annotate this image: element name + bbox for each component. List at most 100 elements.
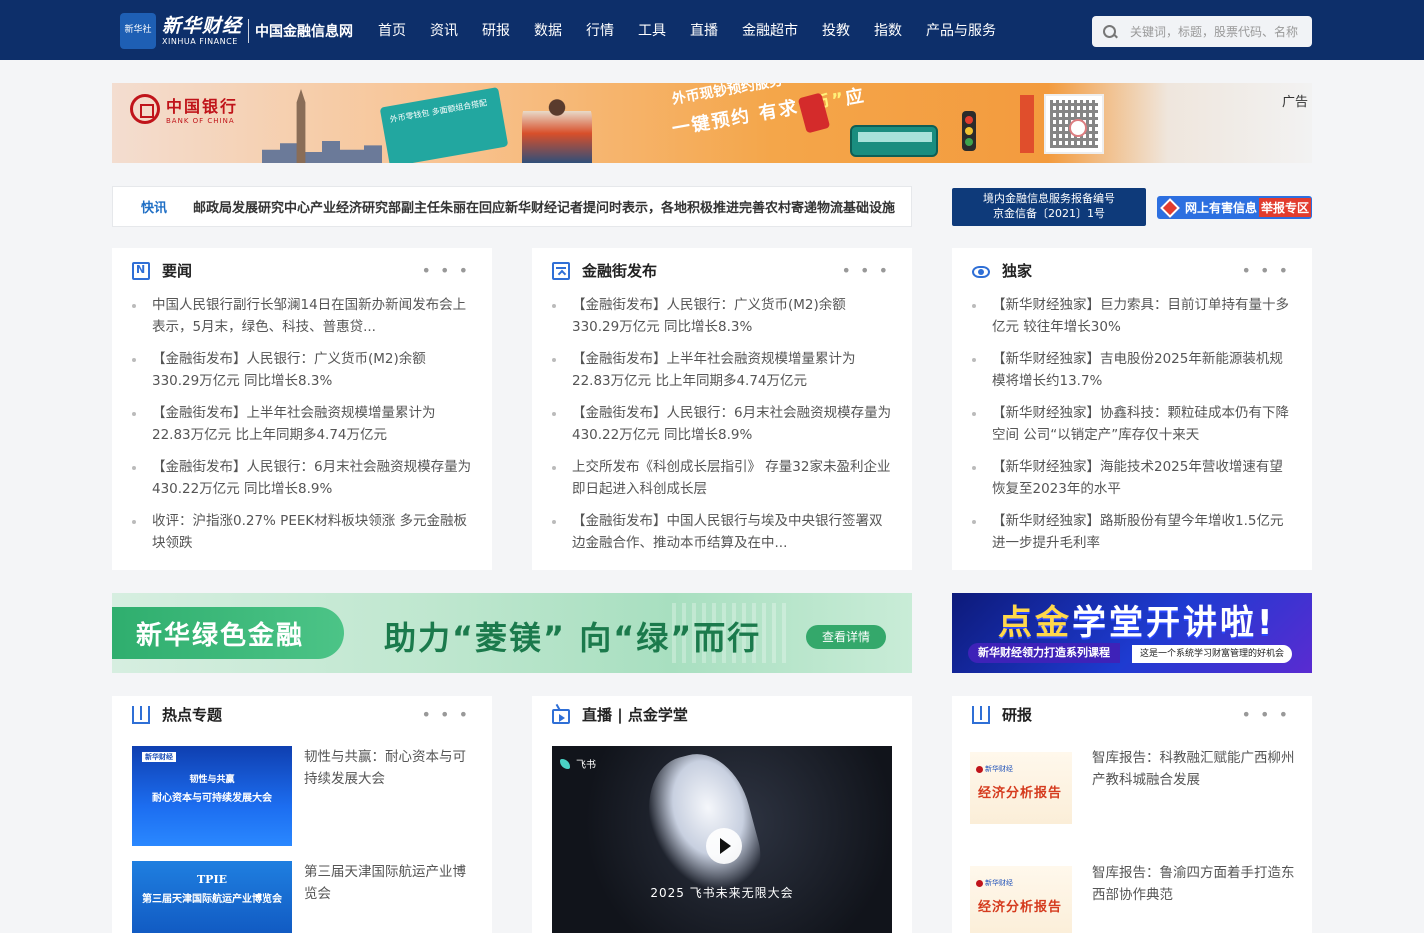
list-item[interactable]: 【金融街发布】人民银行：广义货币(M2)余额330.29万亿元 同比增长8.3% <box>552 294 892 348</box>
logo-brand-cn: 新华财经 <box>162 15 243 37</box>
list-item[interactable]: 收评：沪指涨0.27% PEEK材料板块领涨 多元金融板块领跌 <box>132 510 472 564</box>
ad-label: 广告 <box>1281 95 1308 110</box>
report-zone-highlight: 举报专区 <box>1259 198 1312 217</box>
report-thumbnail[interactable]: 新华财经 经济分析报告 <box>970 752 1072 824</box>
live-video-player[interactable]: 飞书 2025 飞书未来无限大会 <box>552 746 892 933</box>
list-item[interactable]: 【金融街发布】人民银行：6月末社会融资规模存量为430.22万亿元 同比增长8.… <box>552 402 892 456</box>
list-item[interactable]: 【新华财经独家】巨力索具：目前订单持有量十多亿元 较往年增长30% <box>972 294 1292 348</box>
video-brand-name: 飞书 <box>576 760 596 771</box>
nav-home[interactable]: 首页 <box>378 20 406 40</box>
site-logo[interactable]: 新华社 新华财经 XINHUA FINANCE 中国金融信息网 <box>120 13 353 49</box>
research-more-button[interactable]: • • • <box>1242 705 1290 724</box>
report-thumb-title: 经济分析报告 <box>978 900 1063 915</box>
nav-live[interactable]: 直播 <box>690 20 718 40</box>
nav-index[interactable]: 指数 <box>874 20 902 40</box>
topic-title[interactable]: 第三届天津国际航运产业博览会 <box>304 861 472 905</box>
view-details-button[interactable]: 查看详情 <box>806 625 886 649</box>
green-finance-banner[interactable]: 新华绿色金融 助力“菱镁” 向“绿”而行 查看详情 <box>112 593 912 673</box>
boc-logo-icon <box>130 94 160 124</box>
nav-news[interactable]: 资讯 <box>430 20 458 40</box>
exclusive-card-title: 独家 <box>1002 262 1033 280</box>
report-title[interactable]: 智库报告：鲁渝四方面着手打造东西部协作典范 <box>1092 862 1298 906</box>
report-thumb-logo-text: 新华财经 <box>985 765 1013 773</box>
qr-pattern <box>1050 100 1098 148</box>
exclusive-list: 【新华财经独家】巨力索具：目前订单持有量十多亿元 较往年增长30% 【新华财经独… <box>972 294 1292 564</box>
exclusive-card: 独家 • • • 【新华财经独家】巨力索具：目前订单持有量十多亿元 较往年增长3… <box>952 248 1312 570</box>
tv-icon <box>552 708 570 724</box>
ticker-headline[interactable]: 邮政局发展研究中心产业经济研究部副主任朱丽在回应新华财经记者提问时表示，各地积极… <box>193 197 895 216</box>
list-item[interactable]: 【新华财经独家】路斯股份有望今年增收1.5亿元 进一步提升毛利率 <box>972 510 1292 564</box>
report-title[interactable]: 智库报告：科教融汇赋能广西柳州产教科城融合发展 <box>1092 747 1298 791</box>
dianjin-banner-subtitle: 新华财经领力打造系列课程 <box>968 643 1120 663</box>
qr-center-logo <box>1069 119 1087 137</box>
list-item[interactable]: 中国人民银行副行长邹澜14日在国新办新闻发布会上表示，5月末，绿色、科技、普惠贷… <box>132 294 472 348</box>
topic-thumb-line2: 第三届天津国际航运产业博览会 <box>142 894 282 905</box>
traffic-light-icon <box>962 111 976 151</box>
jinrongjie-card-title: 金融街发布 <box>582 262 658 280</box>
list-item[interactable]: 【金融街发布】人民银行：6月末社会融资规模存量为430.22万亿元 同比增长8.… <box>132 456 472 510</box>
calendar-icon <box>552 261 570 280</box>
list-item[interactable]: 【金融街发布】人民银行：广义货币(M2)余额330.29万亿元 同比增长8.3% <box>132 348 472 402</box>
nav-quotes[interactable]: 行情 <box>586 20 614 40</box>
hot-topics-title: 热点专题 <box>162 706 223 724</box>
nav-finance-market[interactable]: 金融超市 <box>742 20 798 40</box>
report-thumb-logo-text: 新华财经 <box>985 879 1013 887</box>
report-thumb-title: 经济分析报告 <box>978 786 1063 801</box>
family-illustration <box>522 89 592 163</box>
list-item[interactable]: 【金融街发布】上半年社会融资规模增量累计为22.83万亿元 比上年同期多4.74… <box>552 348 892 402</box>
report-logo-dot <box>976 765 983 773</box>
research-card-header: 研报 <box>972 704 1032 725</box>
news-card-header: 要闻 <box>132 260 192 281</box>
xinhua-badge: 新华社 <box>120 13 156 49</box>
topic-title[interactable]: 韧性与共赢：耐心资本与可持续发展大会 <box>304 746 472 790</box>
city-skyline-illustration <box>262 141 382 163</box>
dianjin-banner-tagline: 这是一个系统学习财富管理的好机会 <box>1132 645 1293 663</box>
list-item[interactable]: 【金融街发布】中国人民银行与埃及中央银行签署双边金融合作、推动本币结算及在中..… <box>552 510 892 564</box>
hot-topics-header: 热点专题 <box>132 704 222 725</box>
jinrongjie-more-button[interactable]: • • • <box>842 261 890 280</box>
nav-data[interactable]: 数据 <box>534 20 562 40</box>
list-item[interactable]: 【金融街发布】上半年社会融资规模增量累计为22.83万亿元 比上年同期多4.74… <box>132 402 472 456</box>
news-more-button[interactable]: • • • <box>422 261 470 280</box>
search-icon[interactable] <box>1102 24 1118 40</box>
list-item[interactable]: 【新华财经独家】海能技术2025年营收增速有望恢复至2023年的水平 <box>972 456 1292 510</box>
search-input[interactable] <box>1130 24 1302 39</box>
ad-slogan-part-b: 应 <box>843 85 868 110</box>
live-card: 直播 | 点金学堂 飞书 2025 飞书未来无限大会 <box>532 696 912 933</box>
dianjin-academy-banner[interactable]: 点金学堂开讲啦! 新华财经领力打造系列课程 这是一个系统学习财富管理的好机会 <box>952 593 1312 673</box>
nav-products-services[interactable]: 产品与服务 <box>926 20 996 40</box>
top-header: 新华社 新华财经 XINHUA FINANCE 中国金融信息网 首页 资讯 研报… <box>0 0 1424 60</box>
live-card-title: 直播 | 点金学堂 <box>582 706 688 724</box>
exclusive-card-header: 独家 <box>972 260 1032 281</box>
bus-illustration <box>850 125 938 157</box>
topic-thumbnail[interactable]: 新华财经 韧性与共赢 耐心资本与可持续发展大会 <box>132 746 292 846</box>
topic-thumb-line2: 耐心资本与可持续发展大会 <box>152 793 272 804</box>
exclusive-more-button[interactable]: • • • <box>1242 261 1290 280</box>
nav-investor-education[interactable]: 投教 <box>822 20 850 40</box>
list-item[interactable]: 【新华财经独家】吉电股份2025年新能源装机规模将增长约13.7% <box>972 348 1292 402</box>
ad-vertical-strip <box>1020 95 1034 153</box>
dianjin-title-rest: 学堂开讲啦! <box>1072 603 1276 643</box>
research-card: 研报 • • • 新华财经 经济分析报告 智库报告：科教融汇赋能广西柳州产教科城… <box>952 696 1312 933</box>
news-icon <box>132 261 150 280</box>
boc-logo: 中国银行 BANK OF CHINA <box>130 93 238 125</box>
logo-brand: 新华财经 XINHUA FINANCE <box>162 16 242 46</box>
report-thumb-logo: 新华财经 <box>976 878 1013 888</box>
jinrongjie-card-header: 金融街发布 <box>552 260 657 281</box>
nav-tools[interactable]: 工具 <box>638 20 666 40</box>
news-list: 中国人民银行副行长邹澜14日在国新办新闻发布会上表示，5月末，绿色、科技、普惠贷… <box>132 294 472 564</box>
license-line1: 境内金融信息服务报备编号 <box>983 192 1115 205</box>
list-item[interactable]: 【新华财经独家】协鑫科技：颗粒硅成本仍有下降空间 公司“以销定产”库存仅十来天 <box>972 402 1292 456</box>
bank-of-china-ad[interactable]: 中国银行 BANK OF CHINA 外币零钱包 多面额组合搭配 外币现钞预约服… <box>112 83 1312 163</box>
license-badge[interactable]: 境内金融信息服务报备编号 京金信备〔2021〕1号 <box>952 188 1146 226</box>
harmful-info-report-button[interactable]: 网上有害信息 举报专区 <box>1157 196 1312 219</box>
report-thumbnail[interactable]: 新华财经 经济分析报告 <box>970 866 1072 933</box>
play-icon[interactable] <box>706 828 742 864</box>
hot-topics-card: 热点专题 • • • 新华财经 韧性与共赢 耐心资本与可持续发展大会 韧性与共赢… <box>112 696 492 933</box>
nav-research[interactable]: 研报 <box>482 20 510 40</box>
topic-thumb-line1: 韧性与共赢 <box>189 775 235 785</box>
book-icon <box>132 705 150 724</box>
hot-topics-more-button[interactable]: • • • <box>422 705 470 724</box>
topic-thumbnail[interactable]: TPIE 第三届天津国际航运产业博览会 <box>132 861 292 933</box>
list-item[interactable]: 上交所发布《科创成长层指引》 存量32家未盈利企业即日起进入科创成长层 <box>552 456 892 510</box>
